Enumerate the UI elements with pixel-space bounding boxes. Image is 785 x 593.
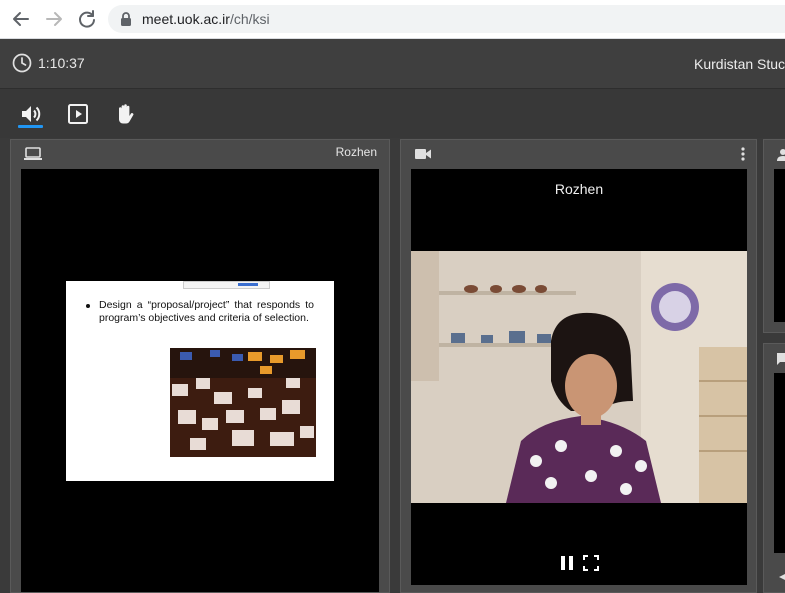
send-icon[interactable] <box>778 572 785 582</box>
video-view: Rozhen <box>411 169 747 585</box>
pause-button[interactable] <box>560 555 574 576</box>
participant-name: Rozhen <box>554 181 604 197</box>
participants-list <box>774 169 785 322</box>
slide-bullet-text: Design a “proposal/project” that respond… <box>85 299 314 325</box>
fullscreen-icon <box>583 555 599 571</box>
chat-icon <box>777 353 785 365</box>
chat-panel <box>763 343 785 593</box>
app-header: 1:10:37 Kurdistan Stuc <box>0 39 785 89</box>
slide-toolbar-strip <box>183 281 270 289</box>
pause-icon <box>561 556 573 570</box>
reload-button[interactable] <box>76 8 98 30</box>
url-host: meet.uok.ac.ir <box>142 11 230 27</box>
puzzle-image <box>170 348 316 457</box>
browser-toolbar: meet.uok.ac.ir/ch/ksi <box>0 0 785 39</box>
laptop-icon <box>24 147 42 160</box>
participants-panel <box>763 139 785 333</box>
puzzle-pieces-graphic <box>170 348 316 457</box>
video-panel: Rozhen <box>400 139 757 593</box>
hand-icon <box>119 104 134 124</box>
screen-share-panel: Rozhen Design a “proposal/project” that … <box>10 139 390 593</box>
active-tab-indicator <box>18 125 43 128</box>
present-button[interactable] <box>66 102 90 126</box>
screen-share-view: Design a “proposal/project” that respond… <box>21 169 379 592</box>
webcam-feed <box>411 251 747 503</box>
back-button[interactable] <box>10 8 32 30</box>
toolbar <box>0 89 785 138</box>
presentation-slide: Design a “proposal/project” that respond… <box>66 281 334 481</box>
reload-icon <box>79 10 95 28</box>
slide-bullet-content: Design a “proposal/project” that respond… <box>99 299 314 324</box>
speaker-icon <box>22 106 41 122</box>
lock-icon <box>121 12 131 26</box>
forward-button[interactable] <box>43 8 65 30</box>
video-camera-icon <box>415 149 431 159</box>
org-title: Kurdistan Stuc <box>694 56 785 72</box>
raise-hand-button[interactable] <box>113 102 137 126</box>
clock-icon <box>12 53 32 73</box>
more-options-button[interactable] <box>740 146 746 162</box>
audio-button[interactable] <box>19 102 43 126</box>
video-panel-header <box>401 140 756 168</box>
play-box-icon <box>68 104 88 124</box>
arrow-right-icon <box>46 12 62 26</box>
url-text[interactable]: meet.uok.ac.ir/ch/ksi <box>142 11 270 27</box>
chat-messages <box>774 373 785 553</box>
screen-panel-header: Rozhen <box>11 140 389 168</box>
arrow-left-icon <box>13 12 29 26</box>
address-bar[interactable]: meet.uok.ac.ir/ch/ksi <box>108 5 785 33</box>
webcam-scene <box>411 251 747 503</box>
presenter-label: Rozhen <box>335 145 377 159</box>
person-icon <box>777 149 785 161</box>
slide-strip-highlight <box>238 283 258 286</box>
url-path: /ch/ksi <box>229 11 270 27</box>
more-vertical-icon <box>741 147 745 161</box>
session-timer: 1:10:37 <box>38 55 85 71</box>
fullscreen-button[interactable] <box>583 555 599 576</box>
